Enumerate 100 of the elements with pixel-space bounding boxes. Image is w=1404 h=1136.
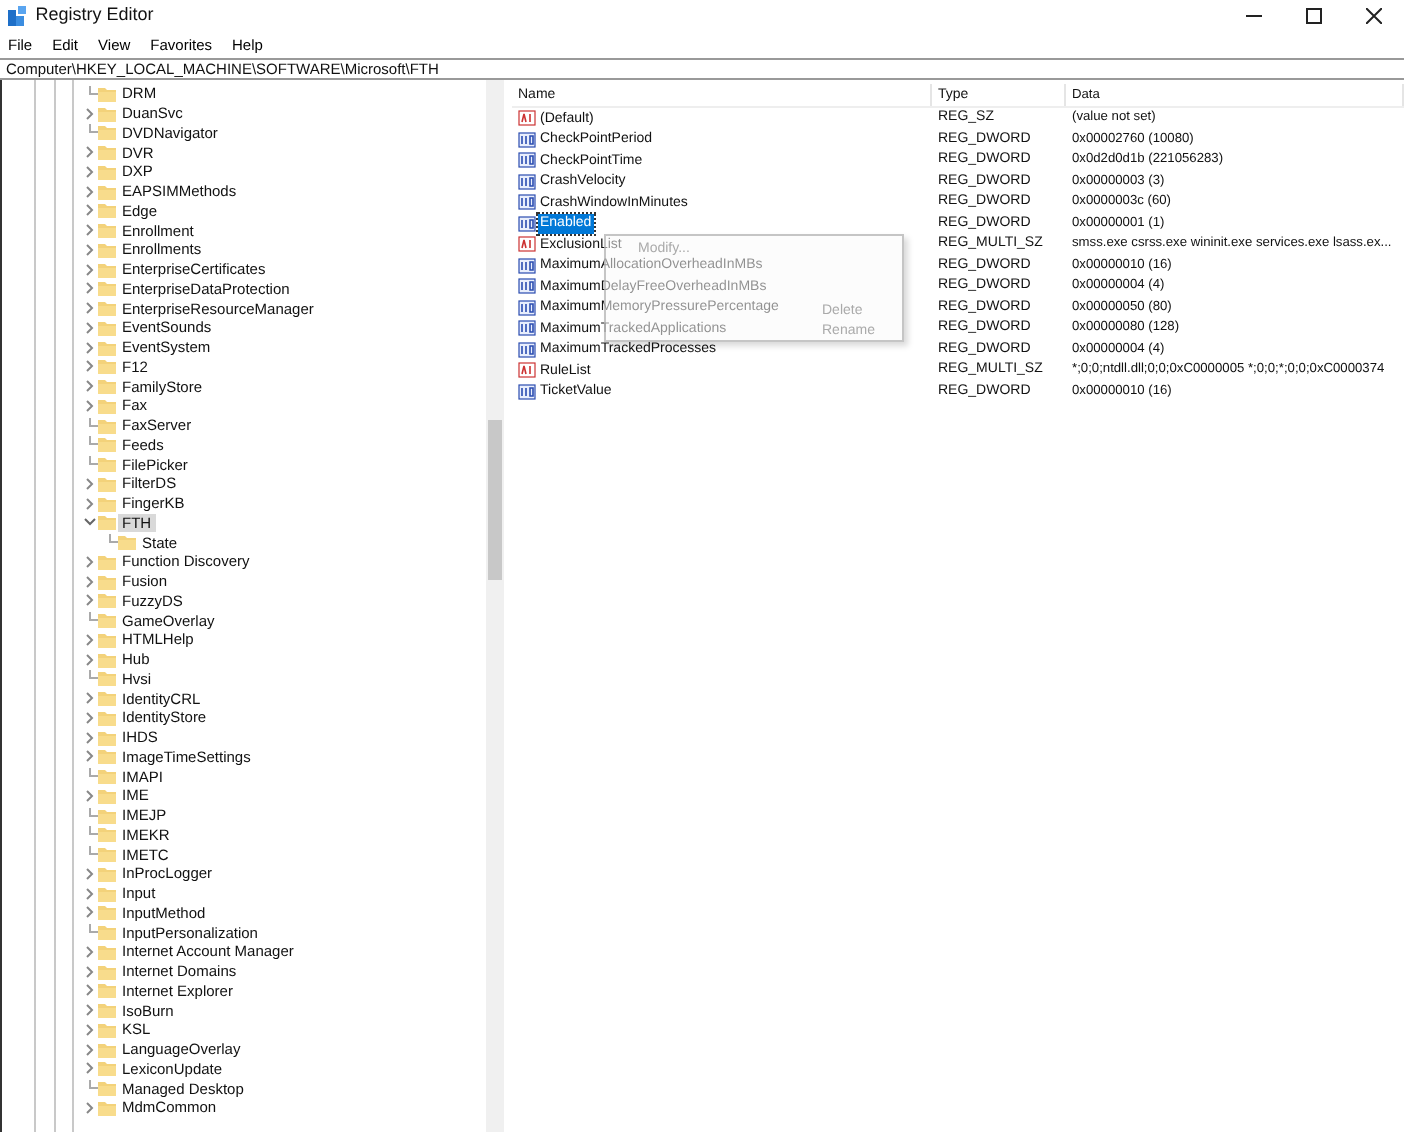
collapsed-icon[interactable]: [82, 631, 98, 648]
folder-icon: [98, 261, 116, 278]
folder-icon: [98, 183, 116, 200]
folder-icon: [98, 904, 116, 921]
collapsed-icon[interactable]: [82, 573, 98, 590]
folder-icon: [98, 1002, 116, 1019]
folder-icon: [98, 690, 116, 707]
folder-icon: [98, 1021, 116, 1038]
folder-icon: [98, 748, 116, 765]
collapsed-icon[interactable]: [82, 592, 98, 609]
string-value-icon: [518, 110, 536, 127]
collapsed-icon[interactable]: [82, 358, 98, 375]
collapsed-icon[interactable]: [82, 495, 98, 512]
string-value-icon: [518, 236, 536, 253]
maximize-icon[interactable]: [1306, 8, 1322, 24]
binary-value-icon: [518, 152, 536, 169]
folder-icon: [98, 670, 116, 687]
folder-icon: [98, 807, 116, 824]
collapsed-icon[interactable]: [82, 865, 98, 882]
collapsed-icon[interactable]: [82, 105, 98, 122]
folder-icon: [98, 573, 116, 590]
collapsed-icon[interactable]: [82, 261, 98, 278]
scrollbar[interactable]: [486, 80, 504, 1132]
folder-icon: [118, 534, 136, 551]
binary-value-icon: [518, 194, 536, 211]
collapsed-icon[interactable]: [82, 553, 98, 570]
folder-icon: [98, 982, 116, 999]
folder-icon: [98, 651, 116, 668]
collapsed-icon[interactable]: [82, 183, 98, 200]
folder-icon: [98, 436, 116, 453]
collapsed-icon[interactable]: [82, 319, 98, 336]
string-value-icon: [518, 362, 536, 379]
folder-icon: [98, 885, 116, 902]
folder-icon: [98, 631, 116, 648]
collapsed-icon[interactable]: [82, 904, 98, 921]
window-title: Registry Editor: [35, 2, 154, 29]
folder-icon: [98, 339, 116, 356]
collapsed-icon[interactable]: [82, 300, 98, 317]
collapsed-icon[interactable]: [82, 748, 98, 765]
collapsed-icon[interactable]: [82, 787, 98, 804]
collapsed-icon[interactable]: [82, 475, 98, 492]
folder-icon: [98, 768, 116, 785]
folder-icon: [98, 475, 116, 492]
folder-icon: [98, 1099, 116, 1116]
collapsed-icon[interactable]: [82, 729, 98, 746]
binary-value-icon: [518, 341, 536, 358]
folder-icon: [98, 222, 116, 239]
collapsed-icon[interactable]: [82, 1002, 98, 1019]
binary-value-icon: [518, 131, 536, 148]
collapsed-icon[interactable]: [82, 1021, 98, 1038]
folder-icon: [98, 592, 116, 609]
folder-icon: [98, 1060, 116, 1077]
collapsed-icon[interactable]: [82, 202, 98, 219]
folder-icon: [98, 163, 116, 180]
binary-value-icon: [518, 215, 536, 232]
close-icon[interactable]: [1366, 8, 1382, 24]
minimize-icon[interactable]: [1246, 14, 1262, 18]
collapsed-icon[interactable]: [82, 885, 98, 902]
collapsed-icon[interactable]: [82, 982, 98, 999]
collapsed-icon[interactable]: [82, 144, 98, 161]
folder-icon: [98, 358, 116, 375]
folder-icon: [98, 495, 116, 512]
folder-icon: [98, 300, 116, 317]
folder-icon: [98, 1080, 116, 1097]
collapsed-icon[interactable]: [82, 280, 98, 297]
folder-icon: [98, 456, 116, 473]
folder-icon: [98, 943, 116, 960]
collapsed-icon[interactable]: [82, 1099, 98, 1116]
collapsed-icon[interactable]: [82, 378, 98, 395]
collapsed-icon[interactable]: [82, 651, 98, 668]
collapsed-icon[interactable]: [82, 690, 98, 707]
folder-icon: [98, 846, 116, 863]
folder-icon: [98, 514, 116, 531]
binary-value-icon: [518, 173, 536, 190]
collapsed-icon[interactable]: [82, 163, 98, 180]
binary-value-icon: [518, 320, 536, 337]
collapsed-icon[interactable]: [82, 709, 98, 726]
folder-icon: [98, 826, 116, 843]
folder-icon: [98, 865, 116, 882]
folder-icon: [98, 963, 116, 980]
binary-value-icon: [518, 278, 536, 295]
collapsed-icon[interactable]: [82, 963, 98, 980]
folder-icon: [98, 709, 116, 726]
collapsed-icon[interactable]: [82, 943, 98, 960]
folder-icon: [98, 124, 116, 141]
collapsed-icon[interactable]: [82, 241, 98, 258]
app-icon: [8, 6, 28, 26]
folder-icon: [98, 787, 116, 804]
collapsed-icon[interactable]: [82, 1041, 98, 1058]
folder-icon: [98, 397, 116, 414]
folder-icon: [98, 924, 116, 941]
folder-icon: [98, 202, 116, 219]
expanded-icon[interactable]: [82, 514, 98, 531]
collapsed-icon[interactable]: [82, 397, 98, 414]
folder-icon: [98, 1041, 116, 1058]
folder-icon: [98, 105, 116, 122]
collapsed-icon[interactable]: [82, 222, 98, 239]
folder-icon: [98, 553, 116, 570]
collapsed-icon[interactable]: [82, 1060, 98, 1077]
collapsed-icon[interactable]: [82, 339, 98, 356]
